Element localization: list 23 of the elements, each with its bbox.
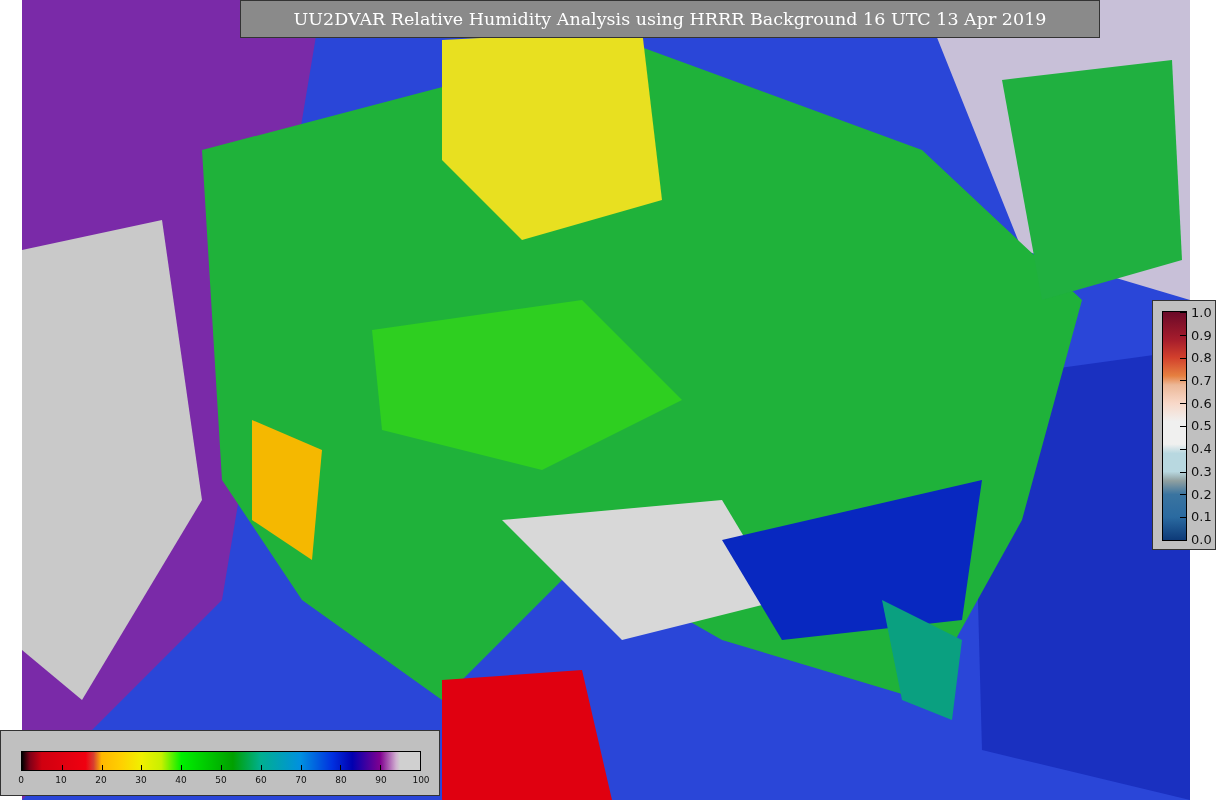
tick-label: 0.7 <box>1191 374 1212 388</box>
tick-label: 60 <box>255 775 267 785</box>
tick-label: 40 <box>175 775 187 785</box>
tick-label: 90 <box>375 775 387 785</box>
map-title: UU2DVAR Relative Humidity Analysis using HRRR Background 16 UTC 13 Apr 2019 <box>240 0 1100 38</box>
tick-label: 0.3 <box>1191 464 1212 478</box>
tick-label: 0.5 <box>1191 419 1212 433</box>
tick-label: 80 <box>335 775 347 785</box>
tick-label: 70 <box>295 775 307 785</box>
tick-label: 0.0 <box>1191 532 1212 546</box>
tick-label: 0.2 <box>1191 487 1212 501</box>
tick-label: 0 <box>18 775 24 785</box>
tick-label: 0.8 <box>1191 351 1212 365</box>
tick-label: 0.9 <box>1191 328 1212 342</box>
tick-label: 1.0 <box>1191 306 1212 319</box>
tick-label: 30 <box>135 775 147 785</box>
tick-label: 10 <box>55 775 67 785</box>
tick-label: 0.4 <box>1191 442 1212 456</box>
tick-label: 100 <box>412 775 430 785</box>
tick-label: 20 <box>95 775 107 785</box>
tick-label: 0.1 <box>1191 510 1212 524</box>
tick-label: 50 <box>215 775 227 785</box>
tick-label: 0.6 <box>1191 396 1212 410</box>
